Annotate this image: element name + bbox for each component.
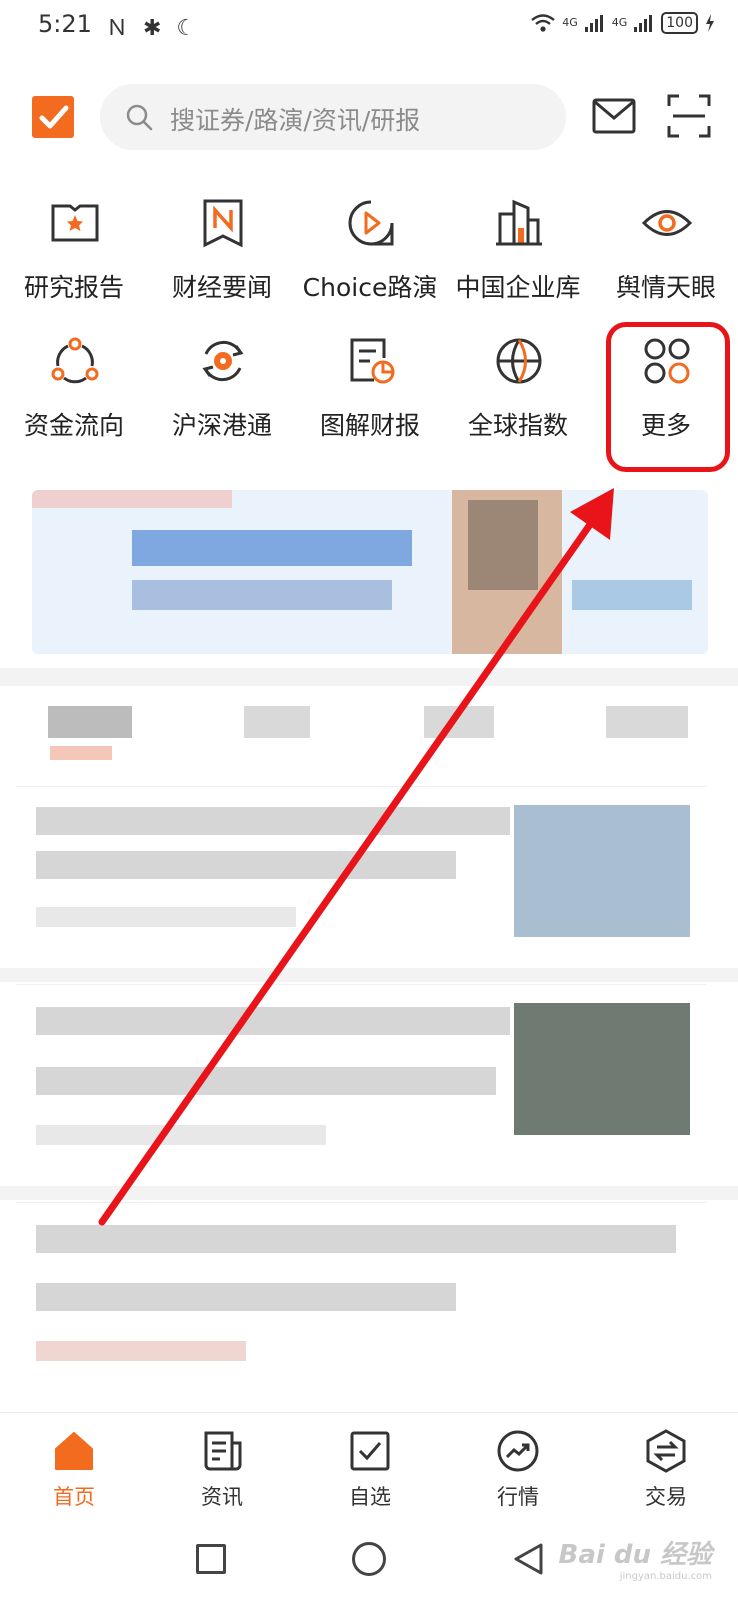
- scan-icon[interactable]: [667, 94, 711, 142]
- news-title-line: [36, 1283, 456, 1311]
- chart-doc-icon: [346, 336, 396, 386]
- signal-icon: [584, 15, 603, 32]
- news-title-line: [36, 807, 510, 835]
- grid-label: 全球指数: [467, 411, 568, 440]
- grid-label: 研究报告: [23, 273, 124, 302]
- trend-icon: [496, 1429, 540, 1473]
- watermark-subtext: jingyan.baidu.com: [619, 1571, 712, 1582]
- grid-item-illustrated-reports[interactable]: 图解财报: [296, 326, 444, 456]
- search-icon: [124, 102, 154, 136]
- nav-market[interactable]: 行情: [444, 1413, 592, 1521]
- checklist-icon: [348, 1429, 392, 1473]
- grid-item-capital-flow[interactable]: 资金流向: [0, 326, 148, 456]
- nav-trade[interactable]: 交易: [592, 1413, 738, 1521]
- grid-item-choice-roadshow[interactable]: Choice路演: [296, 188, 444, 318]
- grid-item-public-opinion[interactable]: 舆情天眼: [592, 188, 738, 318]
- grid-item-company-database[interactable]: 中国企业库: [444, 188, 592, 318]
- feed-tab[interactable]: [244, 706, 310, 738]
- news-card[interactable]: [16, 1202, 706, 1412]
- signal-icon-2: [634, 15, 653, 32]
- bottom-nav: 首页 资讯 自选 行情 交易: [0, 1412, 738, 1520]
- eye-icon: [641, 198, 693, 248]
- news-title-line: [36, 1067, 496, 1095]
- charging-icon: [706, 14, 714, 32]
- nav-label: 行情: [497, 1485, 539, 1509]
- grid-label: 图解财报: [319, 411, 420, 440]
- highlight-box: [606, 322, 730, 472]
- feed-tabs: [0, 690, 738, 770]
- exchange-icon: [644, 1429, 688, 1473]
- flow-circle-icon: [50, 336, 100, 386]
- banner-text-block: [132, 530, 412, 566]
- nav-label: 资讯: [201, 1485, 243, 1509]
- nav-label: 自选: [349, 1485, 391, 1509]
- feed-tab-indicator: [50, 746, 112, 760]
- nav-news[interactable]: 资讯: [148, 1413, 296, 1521]
- nav-watchlist[interactable]: 自选: [296, 1413, 444, 1521]
- grid-label: 中国企业库: [455, 273, 581, 302]
- banner-portrait-face: [468, 500, 538, 590]
- nav-home[interactable]: 首页: [0, 1413, 148, 1521]
- checkbox-logo-icon[interactable]: [32, 96, 74, 138]
- news-meta-line: [36, 907, 296, 927]
- status-right-group: 4G 4G 100: [530, 12, 716, 34]
- status-bar: 5:21 Ｎ ✱ ☾ 4G 4G 100: [0, 0, 738, 54]
- feed-tab[interactable]: [606, 706, 688, 738]
- play-bubble-icon: [346, 198, 396, 248]
- grid-item-finance-news[interactable]: 财经要闻: [148, 188, 296, 318]
- banner-text-block: [132, 580, 392, 610]
- grid-label: 舆情天眼: [615, 273, 716, 302]
- status-time: 5:21: [38, 10, 92, 38]
- news-icon: [200, 1429, 244, 1473]
- grid-label: 沪深港通: [171, 411, 272, 440]
- top-bar: 搜证券/路演/资讯/研报: [0, 82, 738, 152]
- nav-label: 首页: [53, 1485, 95, 1509]
- battery-level: 100: [661, 12, 698, 34]
- network-type-2: 4G: [611, 16, 628, 29]
- status-indicator-icons: Ｎ ✱ ☾: [106, 16, 201, 41]
- network-type-1: 4G: [562, 16, 578, 29]
- wifi-icon: [531, 14, 555, 32]
- news-title-line: [36, 1225, 676, 1253]
- watermark-text: Bai du 经验: [558, 1540, 713, 1570]
- search-placeholder: 搜证券/路演/资讯/研报: [170, 106, 421, 135]
- search-bar[interactable]: 搜证券/路演/资讯/研报: [100, 84, 566, 150]
- grid-item-global-indices[interactable]: 全球指数: [444, 326, 592, 456]
- home-button[interactable]: [352, 1542, 386, 1576]
- recent-apps-button[interactable]: [196, 1544, 226, 1574]
- feed-tab[interactable]: [48, 706, 132, 738]
- app-screen: 5:21 Ｎ ✱ ☾ 4G 4G 100 搜证券/路演/资讯/研报 研究报告 财…: [0, 0, 738, 1600]
- mail-icon[interactable]: [592, 96, 636, 140]
- feed-tab[interactable]: [424, 706, 494, 738]
- section-divider: [0, 968, 738, 982]
- grid-item-stock-connect[interactable]: 沪深港通: [148, 326, 296, 456]
- news-bookmark-icon: [198, 198, 248, 248]
- news-card[interactable]: [16, 984, 706, 1184]
- buildings-icon: [494, 198, 544, 248]
- baidu-watermark: Bai du 经验 jingyan.baidu.com: [559, 1534, 713, 1582]
- star-book-icon: [50, 198, 100, 248]
- nav-label: 交易: [645, 1485, 687, 1509]
- section-divider: [0, 1186, 738, 1200]
- grid-item-research-reports[interactable]: 研究报告: [0, 188, 148, 318]
- grid-label: Choice路演: [302, 273, 438, 302]
- news-title-line: [36, 851, 456, 879]
- section-divider: [0, 668, 738, 686]
- banner-text-block: [572, 580, 692, 610]
- hk-connect-icon: [198, 336, 248, 386]
- promo-banner[interactable]: [32, 490, 708, 654]
- grid-label: 财经要闻: [171, 273, 272, 302]
- globe-icon: [494, 336, 544, 386]
- news-card[interactable]: [16, 786, 706, 966]
- news-thumbnail: [514, 1003, 690, 1135]
- news-meta-line: [36, 1125, 326, 1145]
- news-thumbnail: [514, 805, 690, 937]
- news-title-line: [36, 1007, 510, 1035]
- back-button[interactable]: [512, 1542, 544, 1580]
- banner-tag: [32, 490, 232, 508]
- home-icon: [52, 1429, 96, 1473]
- grid-label: 资金流向: [23, 411, 124, 440]
- news-meta-line: [36, 1341, 246, 1361]
